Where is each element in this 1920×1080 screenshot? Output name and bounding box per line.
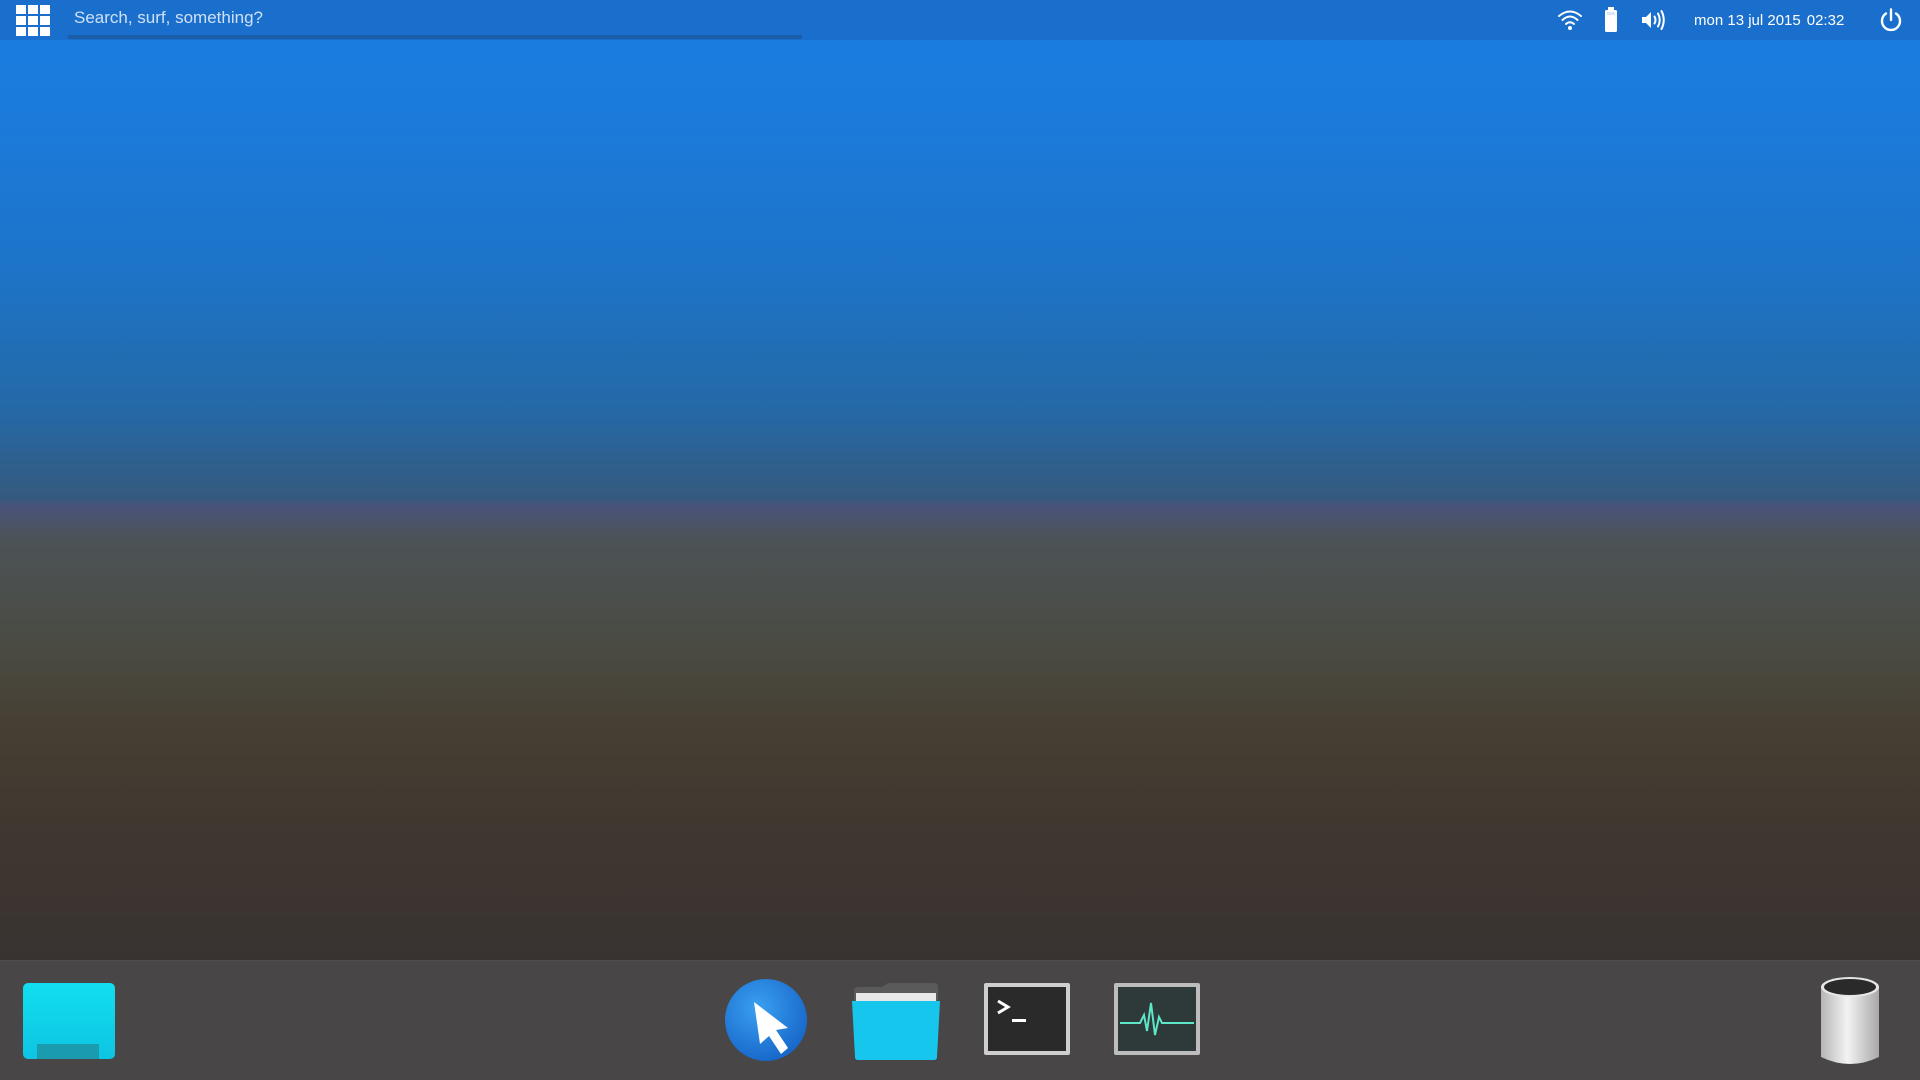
system-monitor-button[interactable]: [1114, 983, 1200, 1055]
apps-grid-button[interactable]: [16, 5, 50, 37]
trash-icon: [1821, 977, 1879, 1064]
search-input[interactable]: [68, 0, 788, 36]
battery-icon[interactable]: [1603, 7, 1619, 32]
file-manager-button[interactable]: [852, 983, 940, 1061]
wifi-icon[interactable]: [1556, 8, 1584, 32]
dock: [0, 960, 1920, 1080]
cursor-app-icon: [725, 979, 807, 1061]
show-desktop-button[interactable]: [23, 983, 115, 1059]
trash-button[interactable]: [1818, 975, 1882, 1067]
clock-time: 02:32: [1806, 12, 1845, 29]
folder-icon: [852, 983, 940, 1060]
system-monitor-icon: [1114, 983, 1200, 1055]
terminal-icon: [984, 983, 1070, 1055]
volume-icon[interactable]: [1640, 8, 1666, 32]
search-bar: [68, 0, 802, 40]
clock[interactable]: mon 13 jul 2015 02:32: [1694, 12, 1844, 29]
desktop: mon 13 jul 2015 02:32: [0, 0, 1920, 1080]
cursor-app-button[interactable]: [724, 978, 810, 1064]
top-panel: mon 13 jul 2015 02:32: [0, 0, 1920, 40]
terminal-button[interactable]: [984, 983, 1070, 1055]
show-desktop-icon: [23, 983, 115, 1059]
power-icon[interactable]: [1878, 7, 1904, 32]
clock-date: mon 13 jul 2015: [1694, 12, 1801, 29]
search-underline: [68, 35, 802, 39]
apps-grid-icon: [16, 5, 50, 36]
